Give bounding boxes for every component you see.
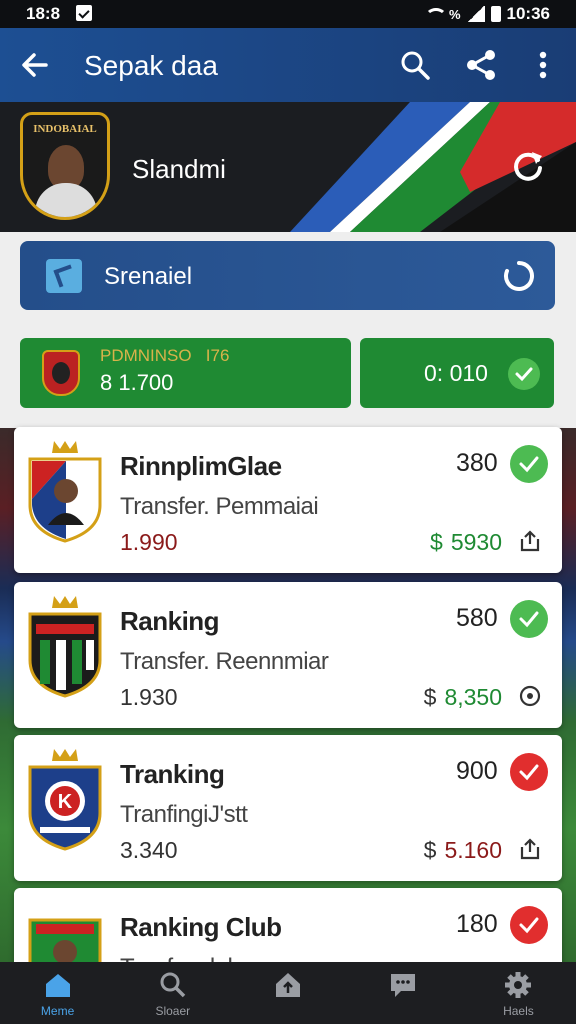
notification-icon — [76, 5, 92, 21]
stat-card-left[interactable]: PDMNINSO I76 8 1.700 — [20, 338, 351, 408]
back-arrow-icon[interactable] — [18, 48, 52, 82]
status-right: % 10:36 — [423, 4, 550, 24]
nav-house[interactable] — [230, 962, 345, 1024]
crest-text: INDOBAIAL — [33, 123, 97, 135]
hero-name: Slandmi — [132, 154, 226, 184]
check-icon — [510, 753, 548, 791]
club-name: Tranking — [120, 759, 225, 789]
club-crest-icon — [28, 441, 102, 543]
page-title: Sepak daa — [84, 50, 218, 81]
club-name: Ranking — [120, 606, 220, 636]
battery-icon — [490, 6, 501, 22]
list-item[interactable]: K Tranking TranfingiJ'stt 3.340 900 $5.1… — [14, 735, 562, 881]
status-bar: 18:8 % 10:36 — [0, 0, 576, 28]
share-out-icon[interactable] — [518, 837, 542, 861]
mini-crest-icon — [42, 350, 80, 396]
signal-icon — [466, 6, 485, 22]
club-value: 3.340 — [120, 837, 178, 863]
settings-icon — [505, 972, 532, 998]
share-icon[interactable] — [462, 46, 500, 84]
club-price: $5.160 — [423, 837, 502, 863]
player-body — [35, 183, 97, 217]
stat-card-right[interactable]: 0: 010 — [360, 338, 554, 408]
club-name: Ranking Club — [120, 912, 282, 942]
search-card-label: Srenaiel — [104, 263, 193, 290]
club-score: 900 — [456, 757, 498, 785]
club-score: 580 — [456, 604, 498, 632]
search-icon[interactable] — [396, 46, 434, 84]
stat-value-right: 0: 010 — [424, 360, 488, 386]
list-item[interactable]: Ranking Transfer. Reennmiar 1.930 580 $8… — [14, 582, 562, 728]
club-crest-icon: K — [28, 749, 102, 851]
nav-label: Meme — [40, 1004, 75, 1018]
club-value: 1.930 — [120, 684, 178, 710]
stat-label: PDMNINSO I76 — [100, 346, 230, 365]
summary-panel: Srenaiel PDMNINSO I76 8 1.700 0: 010 — [0, 232, 576, 428]
club-subtitle: Transfer. Reennmiar — [120, 648, 329, 675]
club-name: RinnplimGlae — [120, 451, 282, 481]
svg-text:K: K — [58, 791, 73, 813]
nav-label: Haels — [503, 1004, 534, 1018]
more-vert-icon[interactable] — [524, 46, 562, 84]
app-bar: Sepak daa — [0, 28, 576, 102]
target-icon[interactable] — [518, 684, 542, 708]
home-icon — [45, 974, 70, 997]
cursor-icon — [46, 259, 82, 293]
wifi-icon — [423, 6, 447, 22]
nav-home[interactable]: Meme — [0, 962, 115, 1024]
check-icon — [508, 358, 540, 390]
nav-chat[interactable] — [346, 962, 461, 1024]
search-icon — [160, 972, 186, 998]
bottom-navigation: Meme Sloaer Haels — [0, 962, 576, 1024]
chat-icon — [391, 974, 416, 997]
club-score: 180 — [456, 910, 498, 938]
check-icon — [510, 600, 548, 638]
club-subtitle: Transfer. Pemmaiai — [120, 493, 319, 520]
refresh-icon[interactable] — [510, 148, 546, 184]
status-time: 18:8 — [26, 4, 61, 23]
loading-spinner-icon[interactable] — [502, 259, 536, 293]
nav-label: Sloaer — [155, 1004, 191, 1018]
club-value: 1.990 — [120, 529, 178, 555]
club-crest: INDOBAIAL — [20, 112, 110, 220]
share-out-icon[interactable] — [518, 529, 542, 553]
nav-search[interactable]: Sloaer — [115, 962, 230, 1024]
hero-banner: INDOBAIAL Slandmi — [0, 102, 576, 232]
list-item[interactable]: RinnplimGlae Transfer. Pemmaiai 1.990 38… — [14, 427, 562, 573]
club-price: $8,350 — [423, 684, 502, 710]
house-up-icon — [276, 973, 300, 997]
club-crest-icon — [28, 596, 102, 698]
search-card[interactable]: Srenaiel — [20, 241, 555, 310]
check-icon — [510, 906, 548, 944]
nav-settings[interactable]: Haels — [461, 962, 576, 1024]
club-score: 380 — [456, 449, 498, 477]
battery-percent: % — [448, 6, 461, 22]
stat-value: 8 1.700 — [100, 370, 174, 395]
check-icon — [510, 445, 548, 483]
club-subtitle: TranfingiJ'stt — [120, 801, 248, 828]
status-time-right: 10:36 — [506, 4, 550, 23]
club-price: $5930 — [430, 529, 502, 555]
